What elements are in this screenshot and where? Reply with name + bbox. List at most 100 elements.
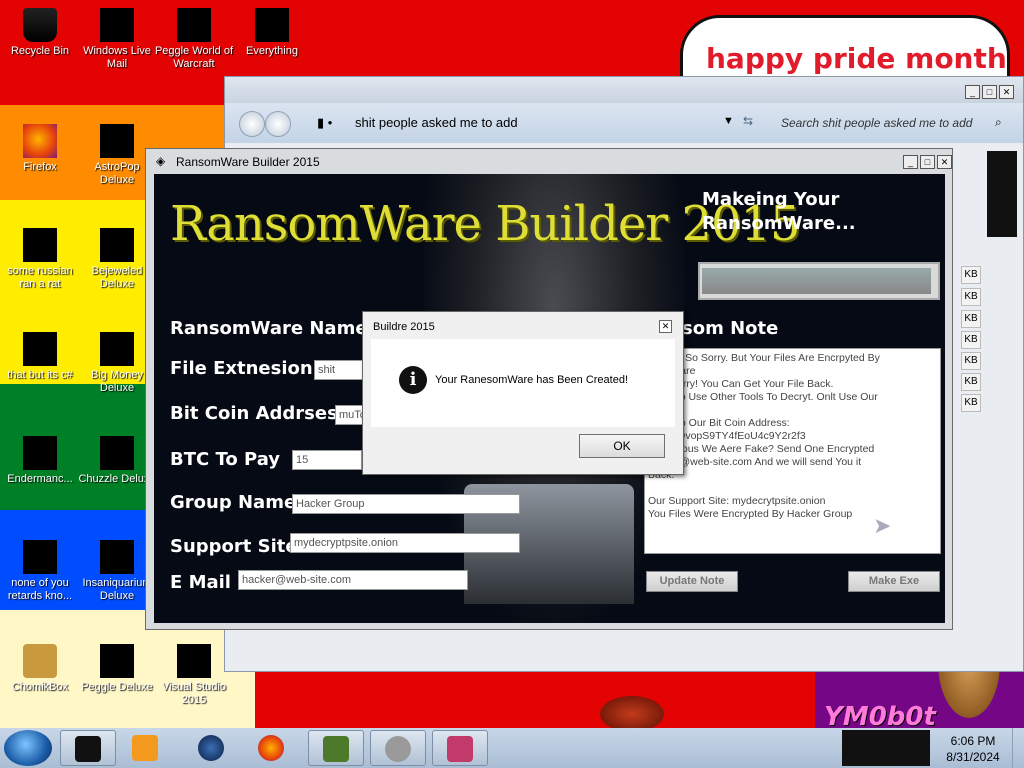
search-input[interactable]: Search shit people asked me to add	[781, 116, 972, 130]
ok-button[interactable]: OK	[579, 434, 665, 458]
taskbar-button-globe[interactable]	[186, 730, 236, 766]
taskbar-clock[interactable]: 6:06 PM 8/31/2024	[938, 733, 1008, 765]
info-icon: i	[399, 366, 427, 394]
app-icon	[23, 436, 57, 470]
forward-button[interactable]	[265, 111, 291, 137]
email-input[interactable]: hacker@web-site.com	[238, 570, 468, 590]
explorer-address-bar: ▮ • shit people asked me to add ▼ ⇆ Sear…	[225, 103, 1023, 143]
dialog-close-icon[interactable]: ✕	[659, 320, 672, 333]
file-size-cell: KB	[961, 373, 981, 391]
address-text[interactable]: shit people asked me to add	[355, 115, 518, 130]
bitcoin-address-input[interactable]: muTc	[335, 405, 365, 425]
explorer-icon	[75, 736, 101, 762]
minecraft-icon	[323, 736, 349, 762]
maximize-icon[interactable]: □	[982, 85, 997, 99]
folder-icon: ▮ •	[317, 115, 333, 130]
magnifier-icon[interactable]: ⌕	[995, 115, 1002, 130]
build-complete-dialog[interactable]: Buildre 2015 ✕ i Your RanesomWare has Be…	[362, 311, 684, 475]
desktop-icon-csharp[interactable]: that but its c#	[0, 332, 80, 382]
system-tray[interactable]	[842, 730, 930, 766]
close-icon[interactable]: ✕	[937, 155, 952, 169]
btc-to-pay-input[interactable]: 15	[292, 450, 362, 470]
desktop-icon-label: Peggle World of Warcraft	[154, 45, 234, 70]
globe-icon	[198, 735, 224, 761]
ransom-note-line: Suspicious We Aere Fake? Send One Encryp…	[648, 443, 875, 455]
desktop-icon-label: none of you retards kno...	[7, 577, 73, 602]
desktop-icon-peggle-deluxe[interactable]: Peggle Deluxe	[77, 644, 157, 694]
back-button[interactable]	[239, 111, 265, 137]
gem-icon	[100, 228, 134, 262]
desktop-icon-label: that but its c#	[7, 369, 73, 381]
desktop-icon-everything[interactable]: Everything	[232, 8, 312, 58]
dialog-message: Your RanesomWare has Been Created!	[435, 374, 629, 386]
taskbar-button-explorer[interactable]	[60, 730, 116, 766]
ransom-note-line: VZoBfQvopS9TY4fEoU4c9Y2r2f3	[648, 430, 806, 442]
update-note-button[interactable]: Update Note	[646, 571, 738, 592]
fish-icon	[100, 540, 134, 574]
desktop-icon-russian-rat[interactable]: some russian ran a rat	[0, 228, 80, 291]
refresh-icon[interactable]: ⇆	[743, 114, 753, 128]
ransom-note-line: Back.	[648, 469, 675, 481]
preview-thumbnail	[987, 151, 1017, 237]
shortcut-icon	[23, 332, 57, 366]
firefox-icon	[23, 124, 57, 158]
ransom-note-textarea[interactable]: We Are So Sorry. But Your Files Are Encr…	[644, 348, 941, 554]
desktop-icon-endermanc[interactable]: Endermanc...	[0, 436, 80, 486]
rooster-sticker	[600, 696, 664, 728]
file-size-cell: KB	[961, 288, 981, 306]
email-label: E Mail	[170, 572, 231, 593]
desktop-icon-firefox[interactable]: Firefox	[0, 124, 80, 174]
app-icon: ◈	[156, 154, 166, 168]
dialog-message-area: i Your RanesomWare has Been Created!	[371, 339, 675, 427]
builder-titlebar[interactable]: ◈ RansomWare Builder 2015 _ □ ✕	[146, 149, 952, 174]
desktop-icon-label: ChomikBox	[11, 681, 69, 693]
minimize-icon[interactable]: _	[903, 155, 918, 169]
show-desktop-button[interactable]	[1012, 728, 1024, 768]
clock-date: 8/31/2024	[946, 750, 1000, 764]
ransom-note-line	[648, 404, 937, 417]
maximize-icon[interactable]: □	[920, 155, 935, 169]
support-site-input[interactable]: mydecryptpsite.onion	[290, 533, 520, 553]
file-size-cell: KB	[961, 352, 981, 370]
taskbar-button-minecraft[interactable]	[308, 730, 364, 766]
desktop-icon-chomikbox[interactable]: ChomikBox	[0, 644, 80, 694]
bitcoin-address-label: Bit Coin Addrses	[170, 403, 338, 424]
btc-to-pay-label: BTC To Pay	[170, 449, 281, 470]
taskbar: 6:06 PM 8/31/2024	[0, 728, 1024, 768]
ransom-note-line: You Files Were Encrypted By Hacker Group	[648, 508, 853, 520]
builder-window-controls: _ □ ✕	[903, 155, 952, 169]
taskbar-button-screen-app[interactable]	[432, 730, 488, 766]
taskbar-button-firefox[interactable]	[246, 730, 296, 766]
dialog-title: Buildre 2015	[373, 321, 435, 333]
explorer-window-controls: _ □ ✕	[965, 85, 1014, 99]
make-exe-button[interactable]: Make Exe	[848, 571, 940, 592]
folder-icon	[23, 540, 57, 574]
signature-tag: YM0b0t	[824, 702, 936, 728]
ransom-note-line: 5 Btc To Our Bit Coin Address:	[648, 417, 790, 429]
firefox-icon	[258, 735, 284, 761]
close-icon[interactable]: ✕	[999, 85, 1014, 99]
peggle-icon	[100, 644, 134, 678]
start-button[interactable]	[4, 730, 52, 766]
group-name-input[interactable]: Hacker Group	[292, 494, 520, 514]
desktop-icon-none-of-you[interactable]: none of you retards kno...	[0, 540, 80, 603]
search-icon	[255, 8, 289, 42]
desktop-icon-peggle-wow[interactable]: Peggle World of Warcraft	[154, 8, 234, 71]
file-size-cell: KB	[961, 394, 981, 412]
ie-icon	[23, 228, 57, 262]
chevron-down-icon[interactable]: ▼	[723, 115, 734, 127]
ransom-note-line	[648, 482, 937, 495]
recycle-bin-icon	[23, 8, 57, 42]
explorer-titlebar[interactable]: _ □ ✕	[225, 77, 1023, 103]
desktop-icon-windows-live-mail[interactable]: Windows Live Mail	[77, 8, 157, 71]
desktop-icon-label: Endermanc...	[7, 473, 73, 485]
send-icon: ➤	[873, 513, 892, 538]
game-icon	[100, 124, 134, 158]
desktop-icon-visual-studio[interactable]: Visual Studio 2015	[154, 644, 234, 707]
minimize-icon[interactable]: _	[965, 85, 980, 99]
desktop-icon-recycle-bin[interactable]: Recycle Bin	[0, 8, 80, 58]
wallpaper-red-area	[255, 672, 815, 728]
taskbar-button-media-player[interactable]	[122, 730, 166, 766]
taskbar-button-skull-app[interactable]	[370, 730, 426, 766]
progress-fill	[702, 268, 932, 294]
